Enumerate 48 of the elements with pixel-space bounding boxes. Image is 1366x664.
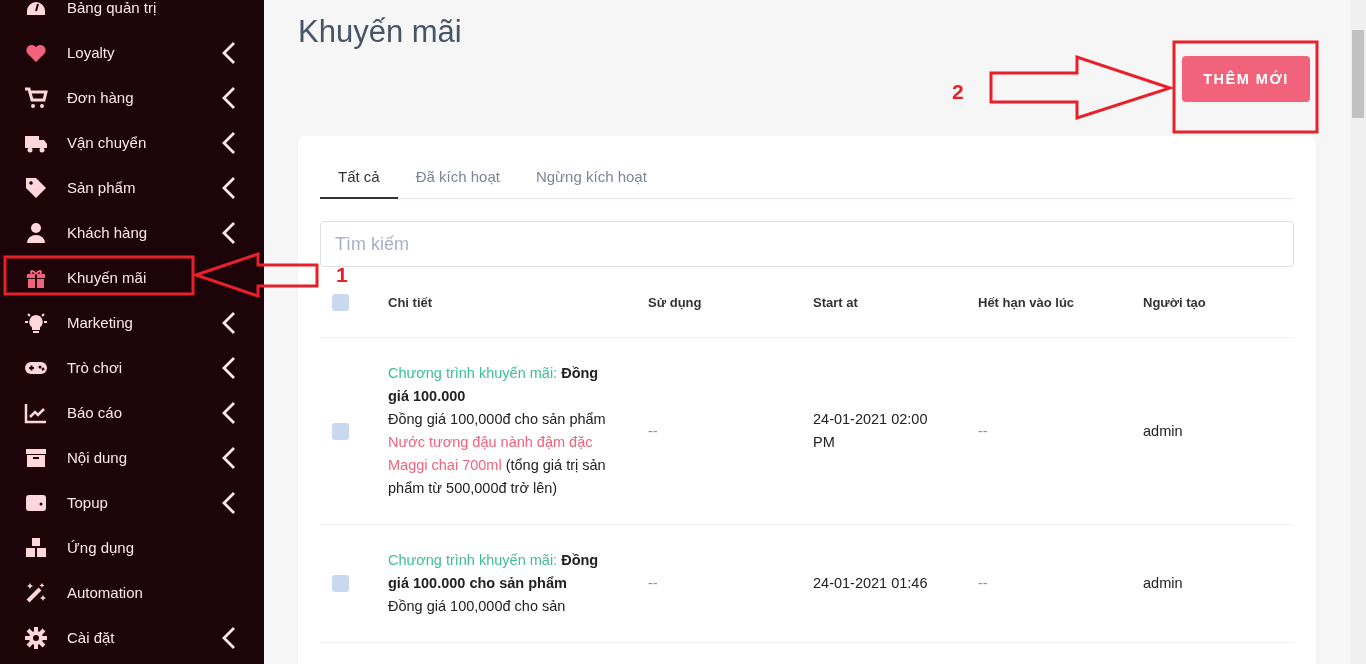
promotion-detail: Chương trình khuyến mãi: Đồng giá 100.000 cho sản phẩm Đồng giá 100,000đ cho sản bbox=[388, 551, 600, 616]
start-date-cell-text: 24-01-2021 01:46 bbox=[813, 574, 928, 593]
column-header: Người tạo bbox=[1143, 295, 1206, 310]
sidebar-item[interactable]: Marketing bbox=[0, 300, 264, 345]
usage-cell: -- bbox=[648, 575, 658, 591]
sidebar-item[interactable]: Trò chơi bbox=[0, 345, 264, 390]
sidebar-item[interactable]: Sản phẩm bbox=[0, 165, 264, 210]
lightbulb-icon bbox=[24, 310, 48, 335]
sidebar-item[interactable]: Topup bbox=[0, 480, 264, 525]
creator-cell: admin bbox=[1143, 575, 1183, 591]
start-date-cell-text: 24-01-2021 02:00 PM bbox=[813, 410, 929, 452]
sidebar-item[interactable]: Bảng quản trị bbox=[0, 0, 264, 30]
sidebar-item[interactable]: Khuyến mãi bbox=[0, 255, 264, 300]
column-header: Start at bbox=[813, 295, 858, 310]
sidebar-item[interactable]: Cài đặt bbox=[0, 615, 264, 660]
checkbox[interactable] bbox=[332, 575, 349, 592]
sidebar-item[interactable]: Khách hàng bbox=[0, 210, 264, 255]
checkbox[interactable] bbox=[332, 293, 349, 311]
sidebar-item[interactable]: Loyalty bbox=[0, 30, 264, 75]
tab[interactable]: Tất cả bbox=[320, 158, 398, 199]
sidebar-item[interactable]: Automation bbox=[0, 570, 264, 615]
usage-cell: -- bbox=[648, 422, 658, 439]
column-header: Chi tiết bbox=[388, 295, 433, 310]
expiry-cell: -- bbox=[978, 422, 988, 439]
cubes-icon bbox=[24, 535, 48, 560]
promotion-detail: Chương trình khuyến mãi: Đồng giá 100.000 Đồng giá 100,000đ cho sản phẩm Nước tương đậu nành đậm đặc Maggi chai 700ml (tổng giá trị sản phẩm từ 500,000đ trở lên) bbox=[388, 364, 607, 498]
user-icon bbox=[24, 220, 48, 245]
checkbox[interactable] bbox=[332, 422, 349, 440]
cart-icon bbox=[24, 85, 48, 110]
page-title: Khuyến mãi bbox=[298, 14, 463, 50]
column-header: Sử dụng bbox=[648, 295, 702, 310]
sidebar-item[interactable]: Nội dung bbox=[0, 435, 264, 480]
sidebar-item[interactable]: Vận chuyển bbox=[0, 120, 264, 165]
expiry-cell: -- bbox=[978, 575, 988, 591]
tag-icon bbox=[24, 175, 48, 200]
step-number: 2 bbox=[952, 80, 964, 104]
creator-cell: admin bbox=[1143, 422, 1183, 439]
arrow-icon bbox=[191, 251, 319, 299]
arrow-icon bbox=[989, 54, 1175, 121]
search-field[interactable]: Tìm kiếm bbox=[320, 221, 1294, 267]
tab[interactable]: Ngừng kích hoạt bbox=[517, 158, 665, 199]
sidebar-item[interactable]: Đơn hàng bbox=[0, 75, 264, 120]
sidebar-item[interactable]: Báo cáo bbox=[0, 390, 264, 435]
scrollbar[interactable] bbox=[1350, 0, 1366, 664]
sidebar-item[interactable]: Ứng dụng bbox=[0, 525, 264, 570]
settings-icon bbox=[24, 625, 48, 650]
tab[interactable]: Đã kích hoạt bbox=[397, 158, 518, 199]
column-header: Hết hạn vào lúc bbox=[978, 295, 1075, 310]
